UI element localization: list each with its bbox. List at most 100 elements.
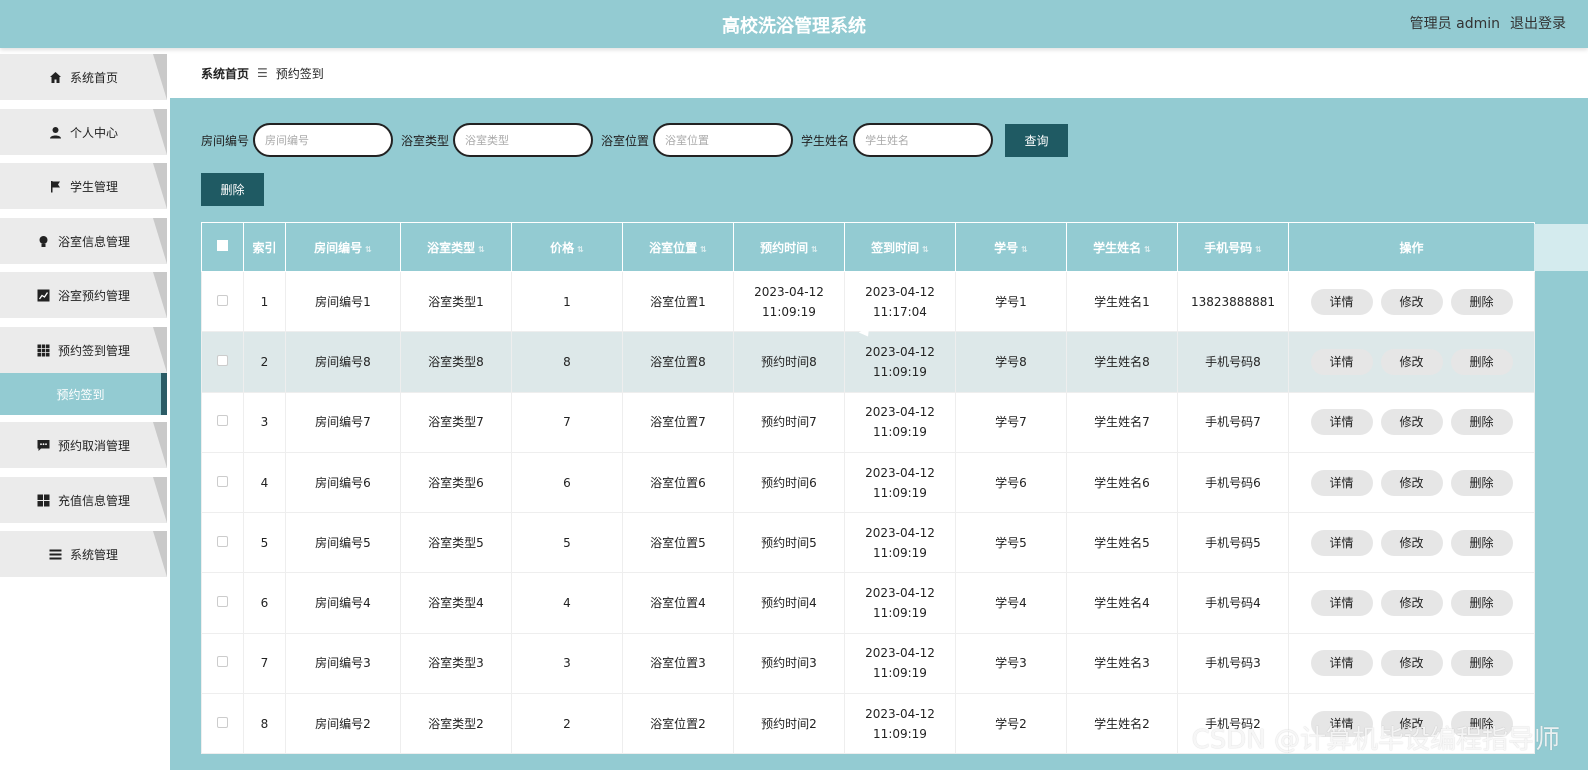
cell-price: 6 <box>511 451 623 514</box>
delete-button[interactable]: 删除 <box>1450 650 1513 677</box>
edit-button[interactable]: 修改 <box>1380 529 1443 556</box>
cell-student-name: 学生姓名1 <box>1066 270 1178 333</box>
delete-button[interactable]: 删除 <box>1450 288 1513 315</box>
cell-reserve-time: 预约时间2 <box>733 693 845 755</box>
sidebar-subitem-signin[interactable]: 预约签到 <box>0 373 167 415</box>
bathroom-location-input[interactable] <box>653 123 794 157</box>
batch-delete-button[interactable]: 删除 <box>201 173 264 206</box>
sidebar-item-label: 个人中心 <box>69 125 118 140</box>
column-header[interactable]: 价格 ⇅ <box>511 222 623 272</box>
sidebar-item-recharge-management[interactable]: 充值信息管理 <box>0 477 167 523</box>
sort-icon[interactable]: ⇅ <box>1144 245 1151 254</box>
row-checkbox[interactable] <box>217 354 228 366</box>
cell-type: 浴室类型2 <box>400 693 512 755</box>
chat-icon <box>37 439 50 452</box>
detail-button[interactable]: 详情 <box>1310 650 1373 677</box>
row-checkbox[interactable] <box>217 294 228 306</box>
sort-icon[interactable]: ⇅ <box>365 245 372 254</box>
row-select-cell[interactable] <box>201 572 244 634</box>
cell-index: 1 <box>243 270 286 333</box>
cell-student-name: 学生姓名8 <box>1066 331 1178 393</box>
column-header[interactable]: 浴室位置 ⇅ <box>622 222 734 272</box>
cell-location: 浴室位置8 <box>622 331 734 393</box>
table-row: 7 房间编号3 浴室类型3 3 浴室位置3 预约时间3 2023-04-12 11:09:1… <box>201 632 1535 695</box>
cell-index: 8 <box>243 693 286 755</box>
cell-price: 3 <box>511 632 623 695</box>
row-select-cell[interactable] <box>201 632 244 695</box>
sidebar-item-home[interactable]: 系统首页 <box>0 54 167 100</box>
row-checkbox[interactable] <box>217 475 228 487</box>
row-checkbox[interactable] <box>217 656 228 668</box>
row-checkbox[interactable] <box>217 716 228 728</box>
room-number-input[interactable] <box>253 123 394 157</box>
column-header[interactable]: 签到时间 ⇅ <box>844 222 956 272</box>
row-checkbox[interactable] <box>217 596 228 608</box>
row-checkbox[interactable] <box>217 415 228 427</box>
sidebar-item-students[interactable]: 学生管理 <box>0 163 167 209</box>
edit-button[interactable]: 修改 <box>1380 469 1443 496</box>
row-select-cell[interactable] <box>201 331 244 393</box>
edit-button[interactable]: 修改 <box>1380 288 1443 315</box>
cell-location: 浴室位置2 <box>622 693 734 755</box>
sort-icon[interactable]: ⇅ <box>478 245 485 254</box>
column-header[interactable]: 手机号码 ⇅ <box>1177 222 1289 272</box>
row-select-cell[interactable] <box>201 391 244 453</box>
edit-button[interactable]: 修改 <box>1380 590 1443 617</box>
detail-button[interactable]: 详情 <box>1310 288 1373 315</box>
cell-student-no: 学号4 <box>955 572 1067 634</box>
cell-student-no: 学号7 <box>955 391 1067 453</box>
delete-button[interactable]: 删除 <box>1450 529 1513 556</box>
row-select-cell[interactable] <box>201 512 244 574</box>
edit-button[interactable]: 修改 <box>1380 409 1443 436</box>
cell-room: 房间编号2 <box>285 693 401 755</box>
breadcrumb-home[interactable]: 系统首页 <box>201 65 249 82</box>
detail-button[interactable]: 详情 <box>1310 348 1373 375</box>
sidebar-item-bathroom-reservation[interactable]: 浴室预约管理 <box>0 272 167 318</box>
delete-button[interactable]: 删除 <box>1450 590 1513 617</box>
delete-button[interactable]: 删除 <box>1450 409 1513 436</box>
home-icon <box>49 71 62 84</box>
cell-index: 5 <box>243 512 286 574</box>
search-label-room: 房间编号 <box>201 133 250 148</box>
bathroom-type-input[interactable] <box>453 123 594 157</box>
row-checkbox[interactable] <box>217 535 228 547</box>
column-header[interactable]: 预约时间 ⇅ <box>733 222 845 272</box>
select-all-checkbox[interactable] <box>217 240 228 251</box>
cell-reserve-time: 预约时间4 <box>733 572 845 634</box>
detail-button[interactable]: 详情 <box>1310 409 1373 436</box>
row-select-cell[interactable] <box>201 693 244 755</box>
column-header[interactable]: 浴室类型 ⇅ <box>400 222 512 272</box>
breadcrumb-separator-icon: ☰ <box>257 66 268 80</box>
student-name-input[interactable] <box>853 123 994 157</box>
detail-button[interactable]: 详情 <box>1310 529 1373 556</box>
sort-icon[interactable]: ⇅ <box>811 245 818 254</box>
column-header[interactable]: 学生姓名 ⇅ <box>1066 222 1178 272</box>
sort-icon[interactable]: ⇅ <box>1021 245 1028 254</box>
sidebar-item-profile[interactable]: 个人中心 <box>0 109 167 155</box>
detail-button[interactable]: 详情 <box>1310 469 1373 496</box>
row-select-cell[interactable] <box>201 451 244 514</box>
delete-button[interactable]: 删除 <box>1450 348 1513 375</box>
edit-button[interactable]: 修改 <box>1380 650 1443 677</box>
column-header[interactable]: 学号 ⇅ <box>955 222 1067 272</box>
row-select-cell[interactable] <box>201 270 244 333</box>
delete-button[interactable]: 删除 <box>1450 469 1513 496</box>
sort-icon[interactable]: ⇅ <box>922 245 929 254</box>
logout-link[interactable]: 退出登录 <box>1510 13 1566 33</box>
cell-type: 浴室类型4 <box>400 572 512 634</box>
select-all-header[interactable] <box>201 222 244 272</box>
sidebar-item-system-management[interactable]: 系统管理 <box>0 531 167 577</box>
query-button[interactable]: 查询 <box>1005 123 1069 157</box>
sidebar-item-signin-management[interactable]: 预约签到管理 <box>0 327 167 373</box>
sidebar-item-cancel-management[interactable]: 预约取消管理 <box>0 422 167 468</box>
edit-button[interactable]: 修改 <box>1380 348 1443 375</box>
column-header: 索引 <box>243 222 286 272</box>
detail-button[interactable]: 详情 <box>1310 590 1373 617</box>
sort-icon[interactable]: ⇅ <box>1255 245 1262 254</box>
sort-icon[interactable]: ⇅ <box>700 245 707 254</box>
sort-icon[interactable]: ⇅ <box>577 245 584 254</box>
sidebar-item-bathroom-info[interactable]: 浴室信息管理 <box>0 218 167 264</box>
sidebar: 系统首页 个人中心 学生管理 浴室信息管理 浴室预约管理 预约签到管理 预约签到… <box>0 48 170 770</box>
bulb-icon <box>37 235 50 248</box>
column-header[interactable]: 房间编号 ⇅ <box>285 222 401 272</box>
